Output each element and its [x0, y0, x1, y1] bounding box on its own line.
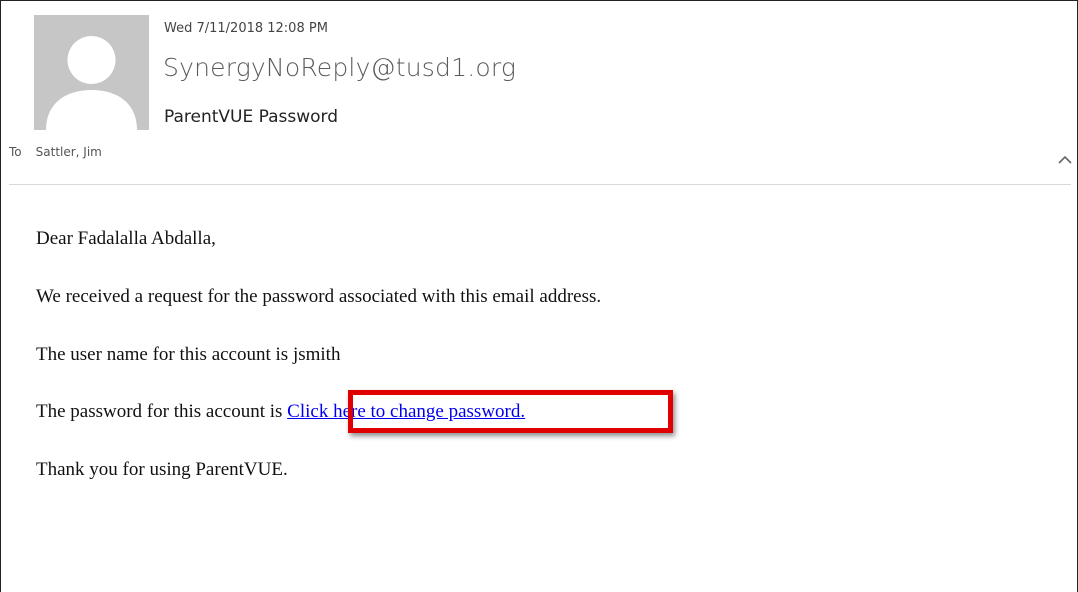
body-line-thanks: Thank you for using ParentVUE. [36, 459, 288, 480]
body-line-username: The user name for this account is jsmith [36, 344, 341, 365]
body-line-request: We received a request for the password a… [36, 286, 602, 307]
collapse-header-button[interactable] [1056, 153, 1074, 167]
person-silhouette-icon [34, 15, 149, 130]
email-date: Wed 7/11/2018 12:08 PM [164, 21, 328, 36]
link-highlight-box [348, 390, 673, 433]
sender-address[interactable]: SynergyNoReply@tusd1.org [163, 53, 516, 82]
password-line-prefix: The password for this account is [36, 401, 288, 422]
sender-avatar [34, 15, 149, 130]
recipient-name[interactable]: Sattler, Jim [36, 145, 102, 159]
chevron-up-icon [1058, 155, 1072, 164]
email-subject: ParentVUE Password [164, 107, 339, 127]
recipient-row: To Sattler, Jim [9, 145, 102, 159]
greeting-line: Dear Fadalalla Abdalla, [36, 228, 216, 249]
email-window: Wed 7/11/2018 12:08 PM SynergyNoReply@tu… [0, 0, 1078, 592]
header-divider [9, 184, 1071, 185]
to-label: To [9, 145, 22, 159]
